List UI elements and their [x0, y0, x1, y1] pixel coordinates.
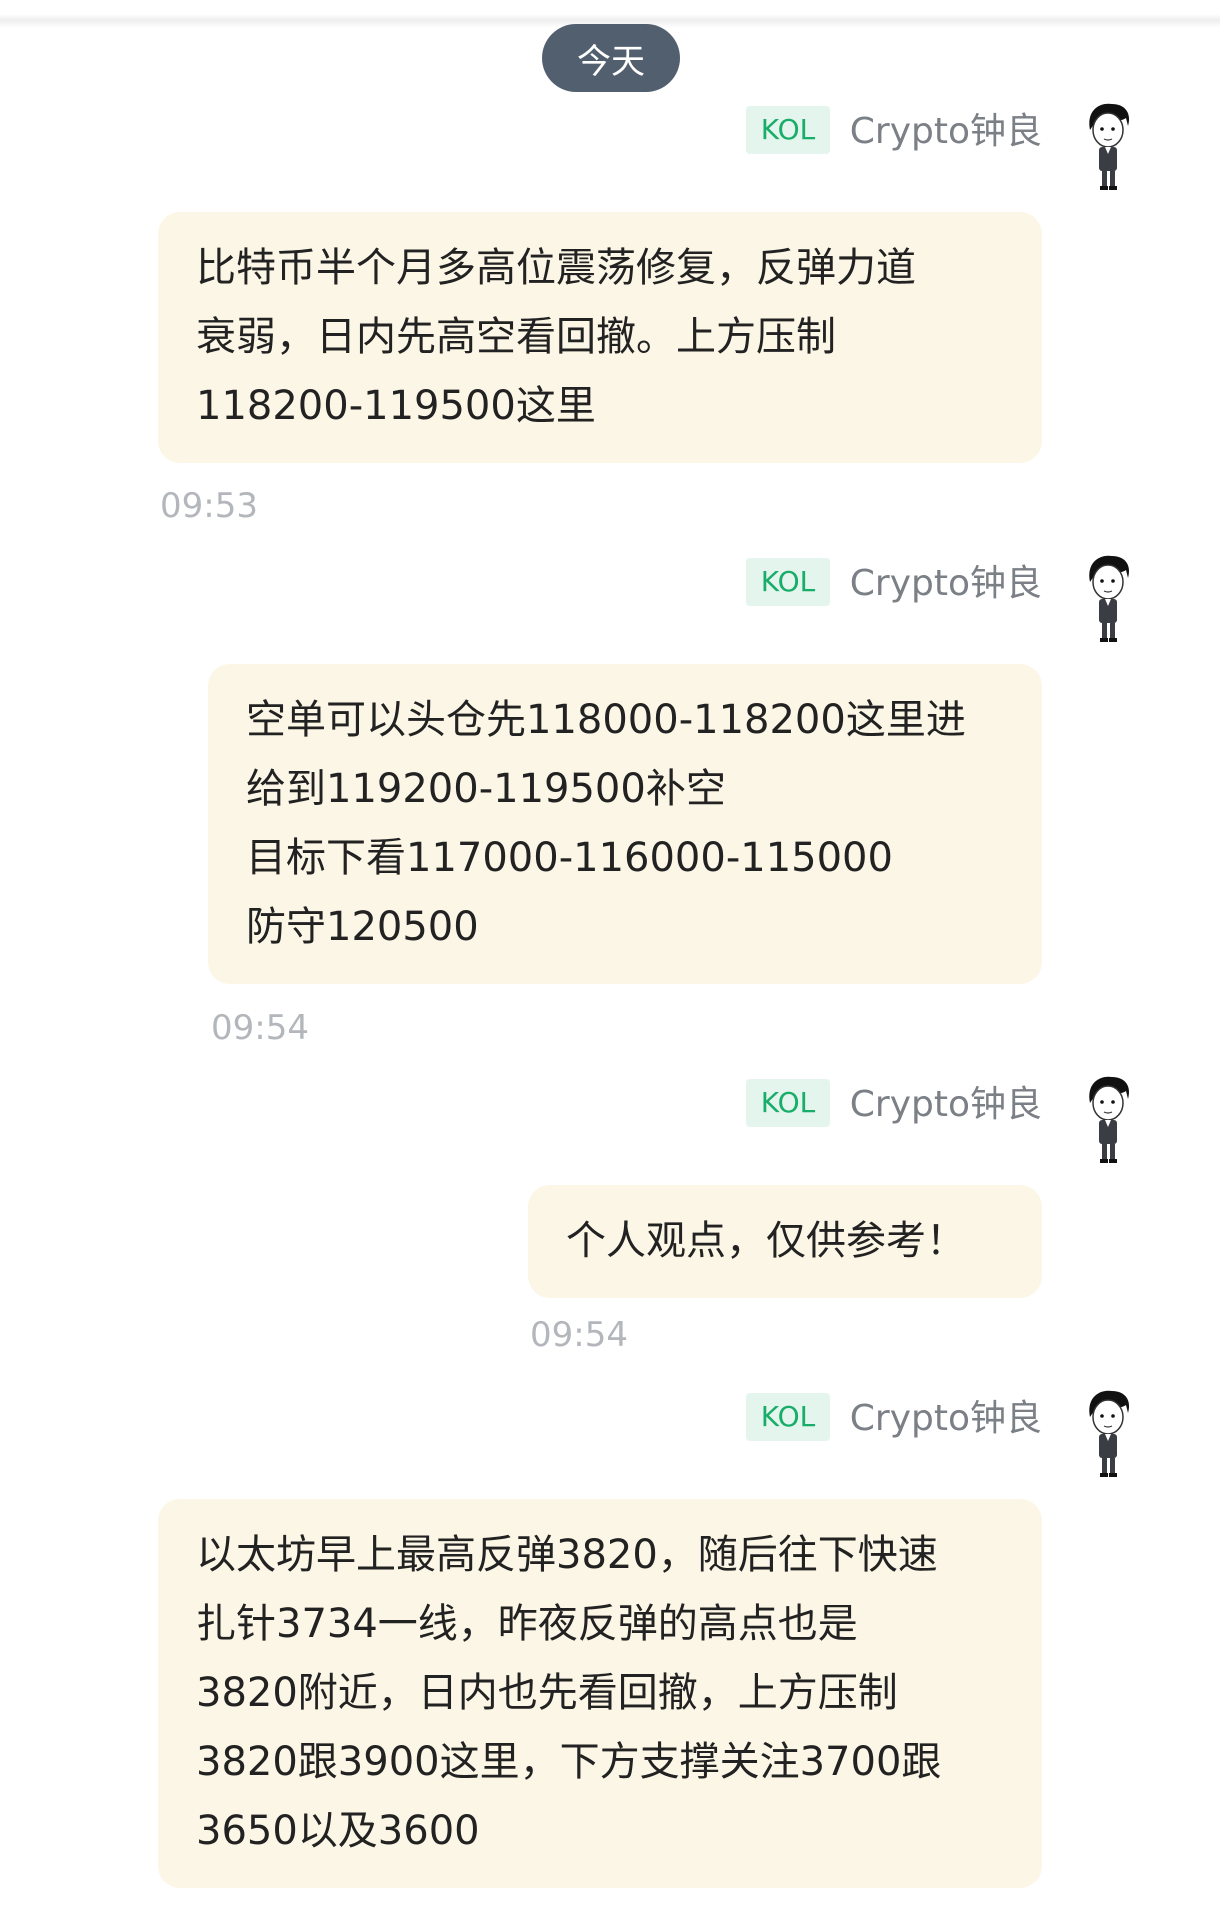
avatar-icon[interactable]: [1082, 1073, 1134, 1165]
message-bubble[interactable]: 空单可以头仓先118000-118200这里进 给到119200-119500补…: [208, 664, 1042, 984]
message-text-line: 以太坊早上最高反弹3820，随后往下快速: [196, 1532, 938, 1578]
message-timestamp: 09:54: [530, 1315, 628, 1355]
date-divider: 今天: [542, 24, 680, 92]
message-timestamp: 09:54: [211, 1008, 309, 1048]
message-header: KOL Crypto钟良: [0, 1076, 1220, 1169]
message-text-line: 3650以及3600: [196, 1808, 480, 1854]
sender-name[interactable]: Crypto钟良: [850, 1395, 1042, 1443]
message-text-line: 目标下看117000-116000-115000: [246, 835, 893, 881]
message-bubble[interactable]: 个人观点，仅供参考！: [528, 1185, 1042, 1298]
message-header: KOL Crypto钟良: [0, 103, 1220, 196]
kol-badge: KOL: [746, 1079, 830, 1127]
message-text-line: 衰弱，日内先高空看回撤。上方压制: [196, 314, 836, 360]
message-text-line: 给到119200-119500补空: [246, 766, 726, 812]
message-timestamp: 09:53: [160, 486, 258, 526]
message-text-line: 118200-119500这里: [196, 383, 596, 429]
message-text-line: 扎针3734一线，昨夜反弹的高点也是: [196, 1601, 858, 1647]
avatar-icon[interactable]: [1082, 552, 1134, 644]
message-bubble[interactable]: 以太坊早上最高反弹3820，随后往下快速 扎针3734一线，昨夜反弹的高点也是 …: [158, 1499, 1042, 1888]
sender-name[interactable]: Crypto钟良: [850, 108, 1042, 156]
message-bubble[interactable]: 比特币半个月多高位震荡修复，反弹力道 衰弱，日内先高空看回撤。上方压制 1182…: [158, 212, 1042, 463]
message-text-line: 防守120500: [246, 904, 479, 950]
kol-badge: KOL: [746, 558, 830, 606]
message-text-line: 空单可以头仓先118000-118200这里进: [246, 697, 966, 743]
sender-name[interactable]: Crypto钟良: [850, 560, 1042, 608]
message-header: KOL Crypto钟良: [0, 1390, 1220, 1483]
avatar-icon[interactable]: [1082, 100, 1134, 192]
message-text-line: 3820跟3900这里，下方支撑关注3700跟: [196, 1739, 942, 1785]
message-text-line: 比特币半个月多高位震荡修复，反弹力道: [196, 245, 916, 291]
message-text-line: 个人观点，仅供参考！: [566, 1218, 966, 1264]
avatar-icon[interactable]: [1082, 1387, 1134, 1479]
kol-badge: KOL: [746, 1393, 830, 1441]
sender-name[interactable]: Crypto钟良: [850, 1081, 1042, 1129]
message-text-line: 3820附近，日内也先看回撤，上方压制: [196, 1670, 898, 1716]
kol-badge: KOL: [746, 106, 830, 154]
message-header: KOL Crypto钟良: [0, 555, 1220, 648]
